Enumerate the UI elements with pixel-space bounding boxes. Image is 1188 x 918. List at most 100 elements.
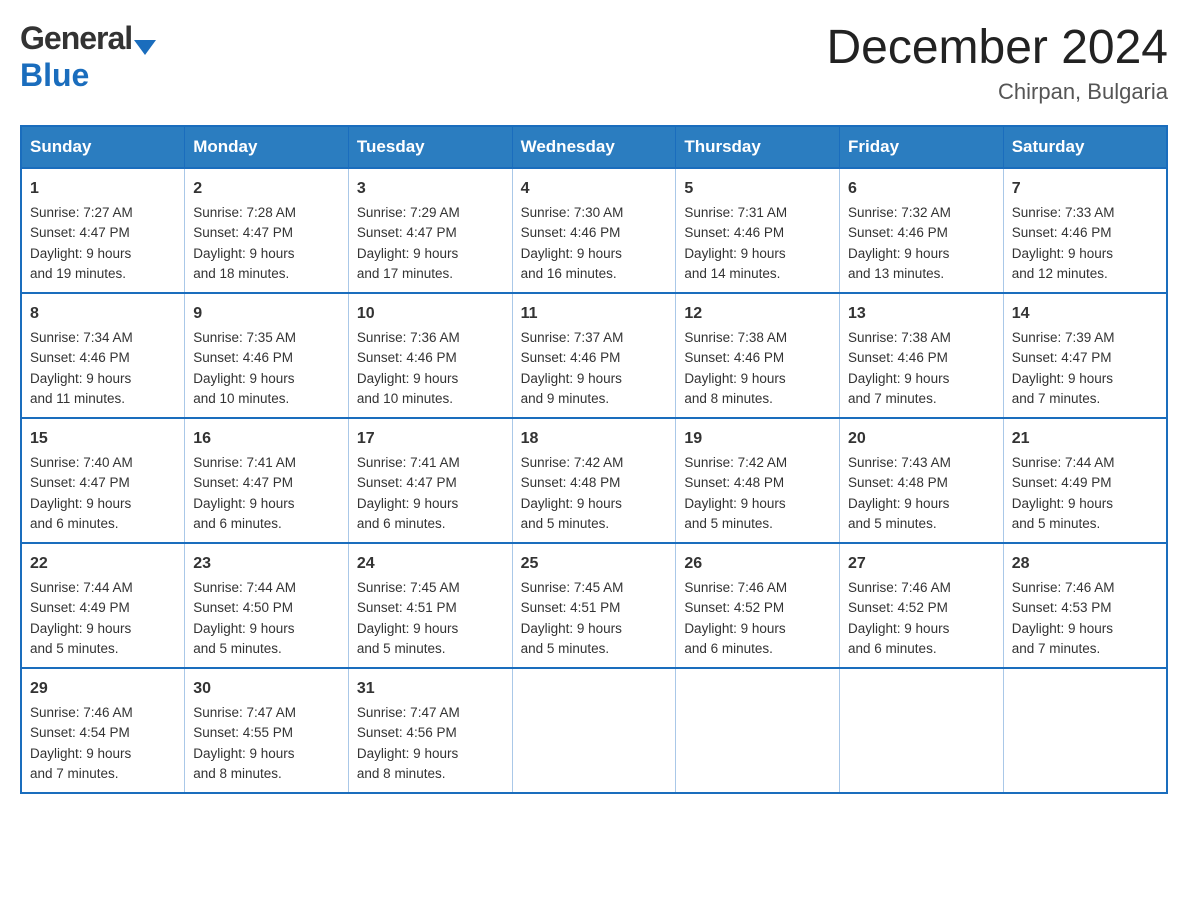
sunset-label: Sunset: 4:47 PM	[1012, 350, 1112, 365]
day-number: 5	[684, 177, 831, 201]
calendar-week-3: 15 Sunrise: 7:40 AM Sunset: 4:47 PM Dayl…	[21, 418, 1167, 543]
calendar-cell	[1003, 668, 1167, 793]
daylight-minutes: and 5 minutes.	[30, 641, 119, 656]
day-number: 16	[193, 427, 340, 451]
calendar-header-sunday: Sunday	[21, 126, 185, 168]
sunrise-label: Sunrise: 7:37 AM	[521, 330, 624, 345]
daylight-minutes: and 5 minutes.	[193, 641, 282, 656]
daylight-label: Daylight: 9 hours	[684, 496, 785, 511]
calendar-header-wednesday: Wednesday	[512, 126, 676, 168]
sunrise-label: Sunrise: 7:28 AM	[193, 205, 296, 220]
daylight-label: Daylight: 9 hours	[521, 246, 622, 261]
daylight-label: Daylight: 9 hours	[684, 621, 785, 636]
day-number: 26	[684, 552, 831, 576]
daylight-minutes: and 10 minutes.	[193, 391, 289, 406]
day-number: 8	[30, 302, 176, 326]
sunset-label: Sunset: 4:52 PM	[848, 600, 948, 615]
daylight-label: Daylight: 9 hours	[193, 496, 294, 511]
sunset-label: Sunset: 4:47 PM	[30, 475, 130, 490]
title-area: December 2024 Chirpan, Bulgaria	[826, 20, 1168, 105]
calendar-cell: 15 Sunrise: 7:40 AM Sunset: 4:47 PM Dayl…	[21, 418, 185, 543]
sunrise-label: Sunrise: 7:45 AM	[521, 580, 624, 595]
daylight-minutes: and 14 minutes.	[684, 266, 780, 281]
calendar-cell	[512, 668, 676, 793]
sunset-label: Sunset: 4:47 PM	[357, 225, 457, 240]
day-number: 17	[357, 427, 504, 451]
sunrise-label: Sunrise: 7:47 AM	[357, 705, 460, 720]
calendar-header-friday: Friday	[840, 126, 1004, 168]
day-number: 30	[193, 677, 340, 701]
sunrise-label: Sunrise: 7:47 AM	[193, 705, 296, 720]
daylight-label: Daylight: 9 hours	[30, 246, 131, 261]
daylight-label: Daylight: 9 hours	[30, 371, 131, 386]
daylight-minutes: and 6 minutes.	[848, 641, 937, 656]
calendar-cell: 20 Sunrise: 7:43 AM Sunset: 4:48 PM Dayl…	[840, 418, 1004, 543]
calendar-week-5: 29 Sunrise: 7:46 AM Sunset: 4:54 PM Dayl…	[21, 668, 1167, 793]
day-number: 3	[357, 177, 504, 201]
daylight-minutes: and 6 minutes.	[684, 641, 773, 656]
daylight-minutes: and 7 minutes.	[1012, 641, 1101, 656]
calendar-cell: 5 Sunrise: 7:31 AM Sunset: 4:46 PM Dayli…	[676, 168, 840, 293]
daylight-minutes: and 6 minutes.	[193, 516, 282, 531]
day-number: 22	[30, 552, 176, 576]
day-number: 11	[521, 302, 668, 326]
day-number: 18	[521, 427, 668, 451]
daylight-minutes: and 8 minutes.	[193, 766, 282, 781]
sunrise-label: Sunrise: 7:30 AM	[521, 205, 624, 220]
sunrise-label: Sunrise: 7:44 AM	[1012, 455, 1115, 470]
calendar-cell: 22 Sunrise: 7:44 AM Sunset: 4:49 PM Dayl…	[21, 543, 185, 668]
calendar-cell: 3 Sunrise: 7:29 AM Sunset: 4:47 PM Dayli…	[348, 168, 512, 293]
calendar-cell: 1 Sunrise: 7:27 AM Sunset: 4:47 PM Dayli…	[21, 168, 185, 293]
calendar-cell: 12 Sunrise: 7:38 AM Sunset: 4:46 PM Dayl…	[676, 293, 840, 418]
day-number: 19	[684, 427, 831, 451]
daylight-label: Daylight: 9 hours	[357, 496, 458, 511]
daylight-minutes: and 13 minutes.	[848, 266, 944, 281]
calendar-cell	[676, 668, 840, 793]
sunrise-label: Sunrise: 7:46 AM	[684, 580, 787, 595]
daylight-label: Daylight: 9 hours	[30, 496, 131, 511]
daylight-label: Daylight: 9 hours	[1012, 496, 1113, 511]
calendar-header-saturday: Saturday	[1003, 126, 1167, 168]
day-number: 23	[193, 552, 340, 576]
sunrise-label: Sunrise: 7:43 AM	[848, 455, 951, 470]
calendar-week-4: 22 Sunrise: 7:44 AM Sunset: 4:49 PM Dayl…	[21, 543, 1167, 668]
sunset-label: Sunset: 4:46 PM	[357, 350, 457, 365]
sunset-label: Sunset: 4:47 PM	[193, 475, 293, 490]
sunset-label: Sunset: 4:48 PM	[684, 475, 784, 490]
daylight-label: Daylight: 9 hours	[1012, 621, 1113, 636]
sunset-label: Sunset: 4:46 PM	[30, 350, 130, 365]
day-number: 1	[30, 177, 176, 201]
daylight-minutes: and 12 minutes.	[1012, 266, 1108, 281]
daylight-minutes: and 8 minutes.	[684, 391, 773, 406]
sunrise-label: Sunrise: 7:42 AM	[684, 455, 787, 470]
logo-blue-text: Blue	[20, 57, 89, 93]
calendar-cell: 24 Sunrise: 7:45 AM Sunset: 4:51 PM Dayl…	[348, 543, 512, 668]
daylight-minutes: and 9 minutes.	[521, 391, 610, 406]
sunset-label: Sunset: 4:50 PM	[193, 600, 293, 615]
daylight-label: Daylight: 9 hours	[193, 746, 294, 761]
daylight-label: Daylight: 9 hours	[30, 746, 131, 761]
sunrise-label: Sunrise: 7:39 AM	[1012, 330, 1115, 345]
sunset-label: Sunset: 4:48 PM	[521, 475, 621, 490]
calendar-cell: 19 Sunrise: 7:42 AM Sunset: 4:48 PM Dayl…	[676, 418, 840, 543]
daylight-minutes: and 5 minutes.	[848, 516, 937, 531]
day-number: 4	[521, 177, 668, 201]
daylight-label: Daylight: 9 hours	[193, 621, 294, 636]
sunset-label: Sunset: 4:49 PM	[30, 600, 130, 615]
sunset-label: Sunset: 4:51 PM	[521, 600, 621, 615]
calendar-cell: 25 Sunrise: 7:45 AM Sunset: 4:51 PM Dayl…	[512, 543, 676, 668]
daylight-minutes: and 19 minutes.	[30, 266, 126, 281]
daylight-label: Daylight: 9 hours	[521, 621, 622, 636]
calendar-table: SundayMondayTuesdayWednesdayThursdayFrid…	[20, 125, 1168, 794]
calendar-cell: 21 Sunrise: 7:44 AM Sunset: 4:49 PM Dayl…	[1003, 418, 1167, 543]
calendar-cell: 14 Sunrise: 7:39 AM Sunset: 4:47 PM Dayl…	[1003, 293, 1167, 418]
daylight-minutes: and 16 minutes.	[521, 266, 617, 281]
calendar-week-1: 1 Sunrise: 7:27 AM Sunset: 4:47 PM Dayli…	[21, 168, 1167, 293]
daylight-minutes: and 5 minutes.	[521, 641, 610, 656]
daylight-label: Daylight: 9 hours	[357, 246, 458, 261]
calendar-cell: 23 Sunrise: 7:44 AM Sunset: 4:50 PM Dayl…	[185, 543, 349, 668]
sunset-label: Sunset: 4:49 PM	[1012, 475, 1112, 490]
sunrise-label: Sunrise: 7:38 AM	[848, 330, 951, 345]
sunset-label: Sunset: 4:47 PM	[357, 475, 457, 490]
sunset-label: Sunset: 4:51 PM	[357, 600, 457, 615]
